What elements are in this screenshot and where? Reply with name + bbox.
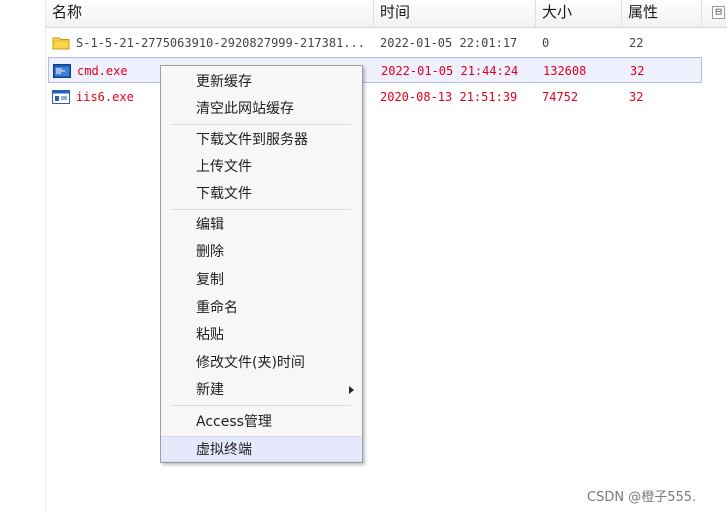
context-menu: 更新缓存 清空此网站缓存 下载文件到服务器 上传文件 下载文件 编辑 删除 复制…: [160, 65, 363, 463]
menu-separator: [171, 209, 351, 210]
folder-icon: [52, 37, 70, 50]
column-header-name[interactable]: 名称: [46, 0, 374, 27]
column-header-attr[interactable]: 属性: [622, 0, 702, 27]
file-name: S-1-5-21-2775063910-2920827999-217381...: [76, 36, 365, 50]
file-time: 2022-01-05 21:44:24: [381, 64, 519, 78]
file-row-cmd-exe[interactable]: cmd.exe 2022-01-05 21:44:24 132608 32: [48, 57, 702, 83]
file-time: 2022-01-05 22:01:17: [380, 36, 518, 50]
exe-icon: [52, 90, 70, 104]
column-header-time[interactable]: 时间: [374, 0, 536, 27]
menu-item-modify-time[interactable]: 修改文件(夹)时间: [161, 350, 362, 376]
menu-item-upload-file[interactable]: 上传文件: [161, 154, 362, 180]
menu-item-copy[interactable]: 复制: [161, 267, 362, 293]
menu-item-access-manage[interactable]: Access管理: [161, 409, 362, 435]
left-tree-pane: [0, 0, 46, 512]
menu-item-paste[interactable]: 粘贴: [161, 322, 362, 348]
menu-item-edit[interactable]: 编辑: [161, 212, 362, 238]
watermark: CSDN @橙子555.: [587, 490, 697, 505]
file-size: 74752: [542, 90, 579, 104]
menu-item-download-file[interactable]: 下载文件: [161, 181, 362, 207]
file-attr: 32: [629, 90, 644, 104]
submenu-arrow-icon: [349, 386, 354, 394]
menu-item-new-label: 新建: [196, 382, 224, 398]
cmd-exe-icon: [53, 64, 71, 78]
file-list-pane: 名称 时间 大小 属性 ⊟ S-1-5-21-2775063910-292082…: [46, 0, 727, 512]
menu-separator: [171, 405, 351, 406]
menu-item-download-to-server[interactable]: 下载文件到服务器: [161, 127, 362, 153]
menu-item-refresh-cache[interactable]: 更新缓存: [161, 69, 362, 95]
menu-item-clear-site-cache[interactable]: 清空此网站缓存: [161, 96, 362, 122]
menu-item-delete[interactable]: 删除: [161, 239, 362, 265]
collapse-icon[interactable]: ⊟: [712, 6, 725, 19]
file-size: 0: [542, 36, 550, 50]
file-size: 132608: [543, 64, 587, 78]
column-header-row: 名称 时间 大小 属性 ⊟: [46, 0, 727, 28]
file-attr: 22: [629, 36, 644, 50]
file-attr: 32: [630, 64, 645, 78]
menu-item-virtual-terminal[interactable]: 虚拟终端: [161, 436, 362, 462]
menu-item-new[interactable]: 新建: [161, 377, 362, 403]
file-row-folder[interactable]: S-1-5-21-2775063910-2920827999-217381...…: [48, 30, 702, 56]
column-header-size[interactable]: 大小: [536, 0, 622, 27]
file-row-iis6-exe[interactable]: iis6.exe 2020-08-13 21:51:39 74752 32: [48, 84, 702, 110]
file-time: 2020-08-13 21:51:39: [380, 90, 518, 104]
menu-item-rename[interactable]: 重命名: [161, 295, 362, 321]
menu-separator: [171, 124, 351, 125]
